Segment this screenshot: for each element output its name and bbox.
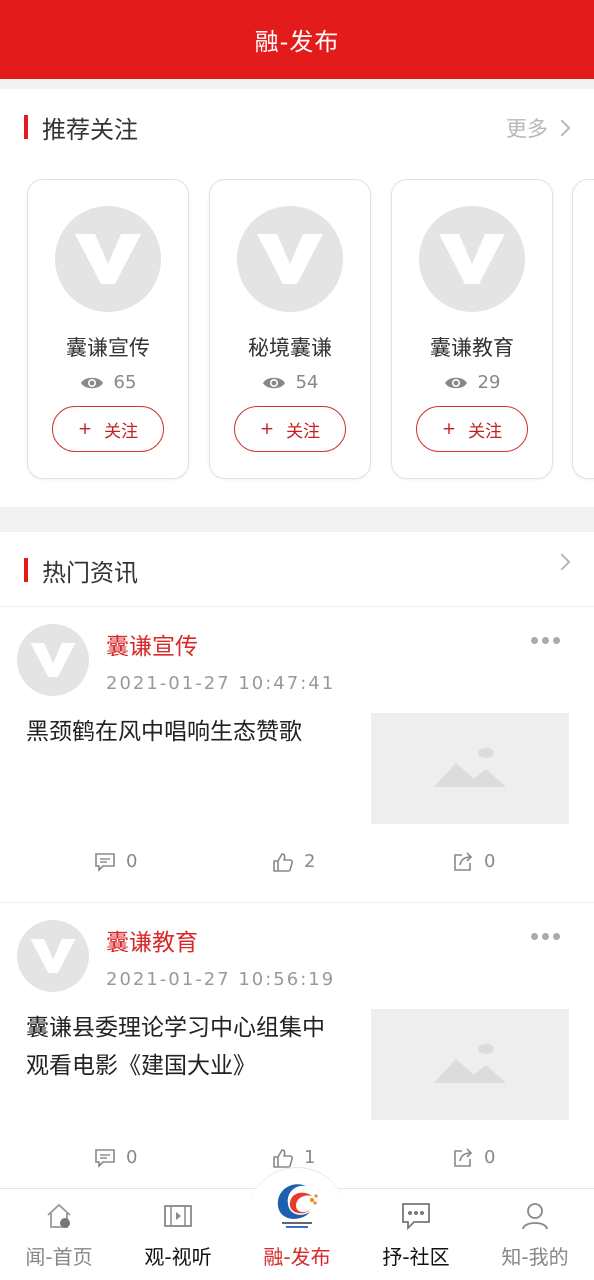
tab-home-label: 闻-首页 xyxy=(25,1245,93,1269)
avatar xyxy=(55,206,161,312)
post-title[interactable]: 囊谦县委理论学习中心组集中观看电影《建国大业》 xyxy=(26,1009,346,1085)
comment-action[interactable]: 0 xyxy=(94,1147,137,1168)
tab-video[interactable]: 观-视听 xyxy=(119,1189,237,1280)
post-thumbnail[interactable] xyxy=(371,713,569,824)
account-card[interactable]: 囊谦宣传 65 + 关注 xyxy=(27,179,189,479)
view-count-value: 29 xyxy=(477,372,501,393)
tab-community[interactable]: 抒-社区 xyxy=(357,1189,475,1280)
section-accent-bar xyxy=(24,558,28,582)
follow-button[interactable]: + 关注 xyxy=(52,406,164,452)
recommend-card-list[interactable]: 囊谦宣传 65 + 关注 秘境囊谦 54 + 关注 囊谦教育 29 + 关注 xyxy=(0,179,594,481)
eye-icon xyxy=(262,377,285,388)
author-avatar[interactable] xyxy=(17,624,89,696)
thumbs-up-icon xyxy=(273,852,293,872)
share-icon xyxy=(454,851,473,871)
home-icon xyxy=(44,1199,74,1233)
post-author[interactable]: 囊谦教育 xyxy=(106,923,198,957)
account-card[interactable]: 秘境囊谦 54 + 关注 xyxy=(209,179,371,479)
image-placeholder-icon xyxy=(434,747,506,787)
publish-logo-icon[interactable] xyxy=(267,1175,327,1233)
chat-icon xyxy=(400,1199,432,1233)
author-avatar[interactable] xyxy=(17,920,89,992)
tab-publish-label: 融-发布 xyxy=(263,1245,331,1269)
tab-community-label: 抒-社区 xyxy=(382,1245,450,1269)
comment-count: 0 xyxy=(126,1147,138,1168)
thumbs-up-icon xyxy=(273,1148,293,1168)
share-icon xyxy=(454,1147,473,1167)
tab-profile-label: 知-我的 xyxy=(501,1245,569,1269)
post-author[interactable]: 囊谦宣传 xyxy=(106,627,198,661)
tab-home[interactable]: 闻-首页 xyxy=(0,1189,118,1280)
view-count-value: 54 xyxy=(295,372,319,393)
chevron-right-icon xyxy=(553,553,571,571)
chevron-right-icon xyxy=(553,119,571,137)
share-action[interactable]: 0 xyxy=(452,1147,495,1168)
post-time: 2021-01-27 10:56:19 xyxy=(106,969,336,990)
top-bar: 融-发布 xyxy=(0,0,594,79)
bottom-tab-bar: 闻-首页 观-视听 融-发布 抒-社区 知-我的 xyxy=(0,1167,594,1280)
account-name: 秘境囊谦 xyxy=(248,336,332,360)
plus-icon: + xyxy=(259,419,275,439)
more-link[interactable]: 更多 xyxy=(506,113,571,143)
hot-news-header[interactable]: 热门资讯 xyxy=(0,532,594,608)
plus-icon: + xyxy=(441,419,457,439)
eye-icon xyxy=(80,377,103,388)
post-actions: 0 2 0 xyxy=(0,851,594,881)
follow-label: 关注 xyxy=(104,421,139,442)
account-card[interactable]: 囊谦教育 29 + 关注 xyxy=(391,179,553,479)
user-icon xyxy=(520,1199,550,1233)
recommend-title: 推荐关注 xyxy=(42,115,138,144)
view-count: 29 xyxy=(392,372,552,393)
follow-button[interactable]: + 关注 xyxy=(416,406,528,452)
v-logo-icon xyxy=(30,643,76,677)
comment-action[interactable]: 0 xyxy=(94,851,137,872)
avatar xyxy=(419,206,525,312)
view-count: 65 xyxy=(28,372,188,393)
hot-news-title: 热门资讯 xyxy=(42,558,138,587)
like-count: 2 xyxy=(304,851,316,872)
recommend-section: 推荐关注 更多 囊谦宣传 65 + 关注 秘境囊谦 54 + 关注 囊谦教育 2… xyxy=(0,89,594,507)
like-action[interactable]: 2 xyxy=(272,851,315,872)
page-title: 融-发布 xyxy=(254,28,340,56)
post-time: 2021-01-27 10:47:41 xyxy=(106,673,336,694)
account-name: 囊谦宣传 xyxy=(66,336,150,360)
more-label: 更多 xyxy=(506,117,548,141)
comment-icon xyxy=(95,852,115,872)
post-title[interactable]: 黑颈鹤在风中唱响生态赞歌 xyxy=(26,713,346,751)
account-name: 囊谦教育 xyxy=(430,336,514,360)
news-post[interactable]: 囊谦宣传 2021-01-27 10:47:41 黑颈鹤在风中唱响生态赞歌 0 … xyxy=(0,606,594,902)
image-placeholder-icon xyxy=(434,1043,506,1083)
like-count: 1 xyxy=(304,1147,316,1168)
view-count: 54 xyxy=(210,372,370,393)
recommend-header: 推荐关注 更多 xyxy=(0,89,594,165)
tab-video-label: 观-视听 xyxy=(144,1245,212,1269)
tab-profile[interactable]: 知-我的 xyxy=(476,1189,594,1280)
more-options-icon[interactable] xyxy=(531,637,560,644)
v-logo-icon xyxy=(257,234,323,284)
section-accent-bar xyxy=(24,115,28,139)
post-thumbnail[interactable] xyxy=(371,1009,569,1120)
film-icon xyxy=(163,1199,193,1233)
news-post[interactable]: 囊谦教育 2021-01-27 10:56:19 囊谦县委理论学习中心组集中观看… xyxy=(0,902,594,1198)
plus-icon: + xyxy=(77,419,93,439)
avatar xyxy=(237,206,343,312)
like-action[interactable]: 1 xyxy=(272,1147,315,1168)
hot-news-section: 热门资讯 囊谦宣传 2021-01-27 10:47:41 黑颈鹤在风中唱响生态… xyxy=(0,532,594,1192)
hot-news-more[interactable] xyxy=(548,553,571,571)
follow-label: 关注 xyxy=(286,421,321,442)
follow-button[interactable]: + 关注 xyxy=(234,406,346,452)
eye-icon xyxy=(444,377,467,388)
view-count-value: 65 xyxy=(113,372,137,393)
account-card-partial[interactable] xyxy=(572,179,594,479)
comment-count: 0 xyxy=(126,851,138,872)
comment-icon xyxy=(95,1148,115,1168)
follow-label: 关注 xyxy=(468,421,503,442)
more-options-icon[interactable] xyxy=(531,933,560,940)
v-logo-icon xyxy=(439,234,505,284)
share-count: 0 xyxy=(484,1147,496,1168)
v-logo-icon xyxy=(30,939,76,973)
share-count: 0 xyxy=(484,851,496,872)
share-action[interactable]: 0 xyxy=(452,851,495,872)
v-logo-icon xyxy=(75,234,141,284)
